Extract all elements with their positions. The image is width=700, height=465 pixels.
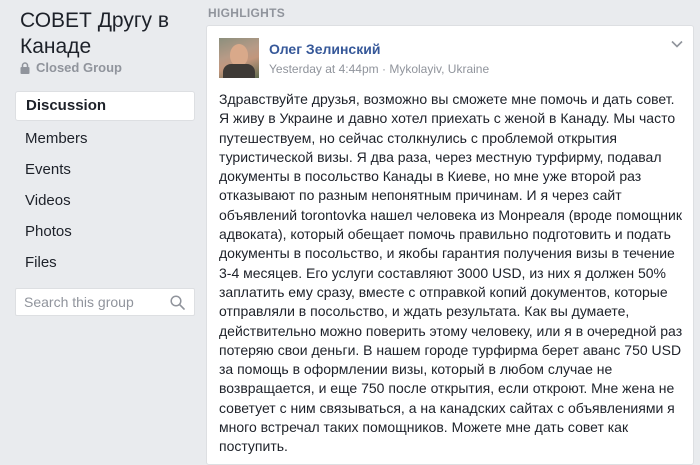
group-nav: Discussion Members Events Videos Photos …: [15, 91, 195, 278]
highlights-heading: HIGHLIGHTS: [208, 6, 285, 20]
avatar-face: [230, 44, 248, 66]
post-timestamp[interactable]: Yesterday at 4:44pm: [269, 62, 379, 76]
lock-icon: [20, 61, 30, 74]
post-author[interactable]: Олег Зелинский: [269, 41, 380, 57]
post-location[interactable]: Mykolayiv, Ukraine: [389, 62, 489, 76]
nav-item-files[interactable]: Files: [15, 247, 195, 278]
avatar-shirt: [223, 64, 255, 78]
author-avatar[interactable]: [219, 38, 259, 78]
nav-item-members[interactable]: Members: [15, 123, 195, 154]
group-title[interactable]: СОВЕТ Другу в Канаде: [20, 8, 200, 60]
post-meta: Yesterday at 4:44pm · Mykolayiv, Ukraine: [269, 62, 489, 76]
group-sidebar: СОВЕТ Другу в Канаде Closed Group Discus…: [0, 0, 205, 451]
search-input[interactable]: [16, 290, 164, 314]
search-icon[interactable]: [170, 295, 185, 310]
nav-item-videos[interactable]: Videos: [15, 185, 195, 216]
group-privacy: Closed Group: [20, 60, 122, 75]
nav-item-discussion[interactable]: Discussion: [15, 91, 195, 121]
meta-separator: ·: [381, 62, 386, 76]
nav-item-photos[interactable]: Photos: [15, 216, 195, 247]
group-privacy-label: Closed Group: [36, 60, 122, 75]
post-body: Здравствуйте друзья, возможно вы сможете…: [219, 91, 683, 455]
chevron-down-icon[interactable]: [671, 40, 683, 48]
group-search: [15, 288, 195, 316]
nav-item-events[interactable]: Events: [15, 154, 195, 185]
post-card: Олег Зелинский Yesterday at 4:44pm · Myk…: [206, 25, 694, 465]
